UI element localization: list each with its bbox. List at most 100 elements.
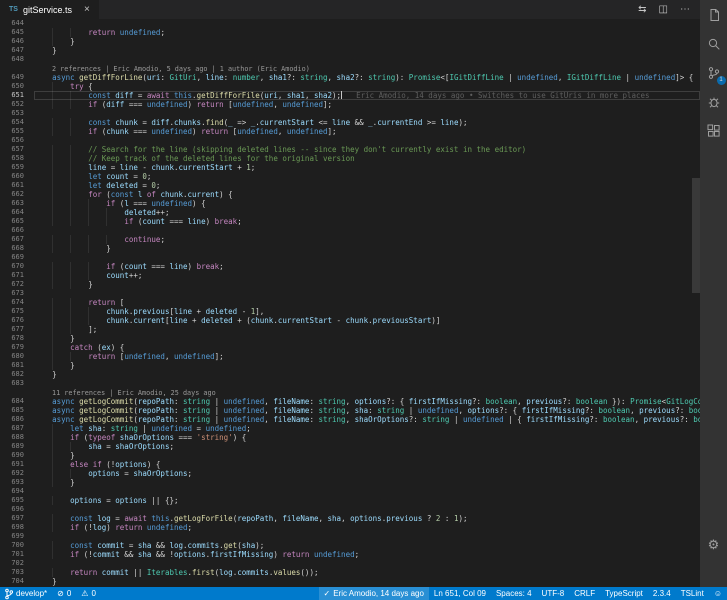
code-line[interactable]: 670 if (count === line) break;	[0, 262, 700, 271]
code-line[interactable]: 686 async getLogCommit(repoPath: string …	[0, 415, 700, 424]
code-text: if (count === line) break;	[34, 217, 700, 226]
code-line[interactable]: 655 if (chunk === undefined) return [und…	[0, 127, 700, 136]
codelens-row[interactable]: 2 references | Eric Amodio, 5 days ago |…	[0, 64, 700, 73]
codelens-text[interactable]: 2 references | Eric Amodio, 5 days ago |…	[34, 64, 700, 73]
debug-icon[interactable]	[706, 94, 722, 110]
code-line[interactable]: 691 else if (!options) {	[0, 460, 700, 469]
code-line[interactable]: 659 line = line - chunk.currentStart + 1…	[0, 163, 700, 172]
language-status[interactable]: TypeScript	[600, 587, 648, 600]
code-text: deleted++;	[34, 208, 700, 217]
code-line[interactable]: 644	[0, 19, 700, 28]
code-line[interactable]: 658 // Keep track of the deleted lines f…	[0, 154, 700, 163]
code-line[interactable]: 649 async getDiffForLine(uri: GitUri, li…	[0, 73, 700, 82]
code-line[interactable]: 693 }	[0, 478, 700, 487]
git-branch-status[interactable]: develop*	[0, 587, 52, 600]
more-actions-icon[interactable]: ⋯	[680, 4, 690, 15]
code-line[interactable]: 692 options = shaOrOptions;	[0, 469, 700, 478]
code-line[interactable]: 687 let sha: string | undefined = undefi…	[0, 424, 700, 433]
code-line[interactable]: 684 async getLogCommit(repoPath: string …	[0, 397, 700, 406]
code-line[interactable]: 664 deleted++;	[0, 208, 700, 217]
code-line[interactable]: 704 }	[0, 577, 700, 586]
line-number: 666	[11, 226, 24, 234]
code-line[interactable]: 648	[0, 55, 700, 64]
code-editor[interactable]: 644 645 return undefined; 646 } 647 } 648 2 …	[0, 19, 700, 587]
code-line[interactable]: 703 return commit || Iterables.first(log…	[0, 568, 700, 577]
code-line[interactable]: 680 return [undefined, undefined];	[0, 352, 700, 361]
code-line[interactable]: 650 try {	[0, 82, 700, 91]
scrollbar-thumb[interactable]	[692, 178, 700, 293]
code-line[interactable]: 656	[0, 136, 700, 145]
encoding-status[interactable]: UTF-8	[537, 587, 570, 600]
code-line[interactable]: 695 options = options || {};	[0, 496, 700, 505]
code-line[interactable]: 652 if (diff === undefined) return [unde…	[0, 100, 700, 109]
code-line[interactable]: 681 }	[0, 361, 700, 370]
code-line[interactable]: 672 }	[0, 280, 700, 289]
search-icon[interactable]	[706, 36, 722, 52]
code-line[interactable]: 702	[0, 559, 700, 568]
code-line[interactable]: 696	[0, 505, 700, 514]
split-editor-icon[interactable]: ◫	[659, 4, 668, 15]
gitlens-blame-status[interactable]: ✓ Eric Amodio, 14 days ago	[318, 587, 429, 600]
code-line[interactable]: 671 count++;	[0, 271, 700, 280]
close-tab-icon[interactable]: ×	[84, 4, 90, 15]
code-line[interactable]: 678 }	[0, 334, 700, 343]
line-number: 650	[11, 82, 24, 90]
code-line[interactable]: 663 if (l === undefined) {	[0, 199, 700, 208]
code-line[interactable]: 701 if (!commit && sha && !options.first…	[0, 550, 700, 559]
codelens-text[interactable]: 11 references | Eric Amodio, 25 days ago	[34, 388, 700, 397]
code-line[interactable]: 657 // Search for the line (skipping del…	[0, 145, 700, 154]
line-number: 688	[11, 433, 24, 441]
indentation-status[interactable]: Spaces: 4	[491, 587, 537, 600]
code-line[interactable]: 699	[0, 532, 700, 541]
code-line[interactable]: 698 if (!log) return undefined;	[0, 523, 700, 532]
editor-scrollbar[interactable]	[692, 38, 700, 587]
code-line[interactable]: 673	[0, 289, 700, 298]
code-line[interactable]: 700 const commit = sha && log.commits.ge…	[0, 541, 700, 550]
code-line[interactable]: 660 let count = 0;	[0, 172, 700, 181]
files-icon[interactable]	[706, 7, 722, 23]
code-line[interactable]: 661 let deleted = 0;	[0, 181, 700, 190]
code-line[interactable]: 679 catch (ex) {	[0, 343, 700, 352]
line-number: 699	[11, 532, 24, 540]
code-line[interactable]: 694	[0, 487, 700, 496]
code-line[interactable]: 653	[0, 109, 700, 118]
extensions-icon[interactable]	[706, 123, 722, 139]
codelens-row[interactable]: 11 references | Eric Amodio, 25 days ago	[0, 388, 700, 397]
code-line[interactable]: 647 }	[0, 46, 700, 55]
code-line[interactable]: 697 const log = await this.getLogForFile…	[0, 514, 700, 523]
code-line[interactable]: 662 for (const l of chunk.current) {	[0, 190, 700, 199]
code-line[interactable]: 690 }	[0, 451, 700, 460]
open-changes-icon[interactable]: ⇆	[638, 4, 646, 15]
code-line[interactable]: 667 continue;	[0, 235, 700, 244]
tab-gitservice[interactable]: TS gitService.ts ×	[0, 0, 99, 19]
tslint-status[interactable]: TSLint	[676, 587, 709, 600]
code-line[interactable]: 651 const diff = await this.getDiffForFi…	[0, 91, 700, 100]
errors-status[interactable]: ⊘ 0	[52, 587, 76, 600]
warnings-status[interactable]: ⚠ 0	[76, 587, 101, 600]
code-line[interactable]: 683	[0, 379, 700, 388]
code-line[interactable]: 689 sha = shaOrOptions;	[0, 442, 700, 451]
code-line[interactable]: 676 chunk.current[line + deleted + (chun…	[0, 316, 700, 325]
code-line[interactable]: 669	[0, 253, 700, 262]
code-line[interactable]: 646 }	[0, 37, 700, 46]
code-line[interactable]: 688 if (typeof shaOrOptions === 'string'…	[0, 433, 700, 442]
code-line[interactable]: 677 ];	[0, 325, 700, 334]
code-line[interactable]: 665 if (count === line) break;	[0, 217, 700, 226]
feedback-status[interactable]: ☺	[709, 587, 727, 600]
cursor-position-status[interactable]: Ln 651, Col 09	[429, 587, 491, 600]
code-line[interactable]: 654 const chunk = diff.chunks.find(_ => …	[0, 118, 700, 127]
code-line[interactable]: 645 return undefined;	[0, 28, 700, 37]
code-line[interactable]: 675 chunk.previous[line + deleted - 1],	[0, 307, 700, 316]
git-branch-status-label: develop*	[16, 589, 48, 598]
settings-gear-icon[interactable]: ⚙	[706, 537, 722, 553]
line-number: 693	[11, 478, 24, 486]
version-status[interactable]: 2.3.4	[648, 587, 676, 600]
eol-status[interactable]: CRLF	[569, 587, 600, 600]
code-line[interactable]: 674 return [	[0, 298, 700, 307]
code-line[interactable]: 685 async getLogCommit(repoPath: string …	[0, 406, 700, 415]
code-line[interactable]: 682 }	[0, 370, 700, 379]
code-line[interactable]: 668 }	[0, 244, 700, 253]
source-control-icon[interactable]: 1	[706, 65, 726, 85]
line-number: 680	[11, 352, 24, 360]
code-line[interactable]: 666	[0, 226, 700, 235]
